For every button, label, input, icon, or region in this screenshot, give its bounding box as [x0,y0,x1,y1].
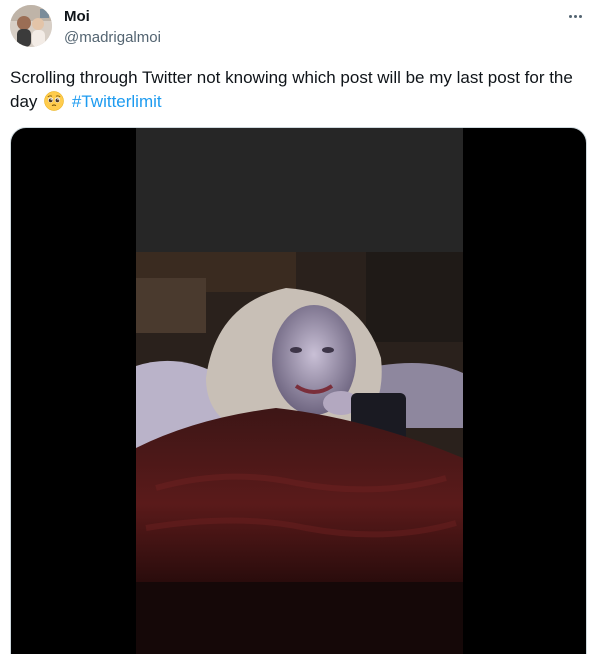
hashtag-link[interactable]: #Twitterlimit [72,92,162,111]
pleading-face-emoji [44,91,64,111]
user-names: Moi @madrigalmoi [64,8,161,48]
video-thumbnail [136,128,463,654]
more-options-icon[interactable] [562,6,588,26]
tweet-text: Scrolling through Twitter not knowing wh… [10,66,590,114]
display-name[interactable]: Moi [64,8,161,26]
user-avatar[interactable] [10,5,52,47]
tweet: Moi @madrigalmoi Scrolling through Twitt… [0,0,600,654]
user-handle[interactable]: @madrigalmoi [64,28,161,48]
tweet-media-video[interactable] [10,127,587,654]
avatar-image [10,5,52,47]
